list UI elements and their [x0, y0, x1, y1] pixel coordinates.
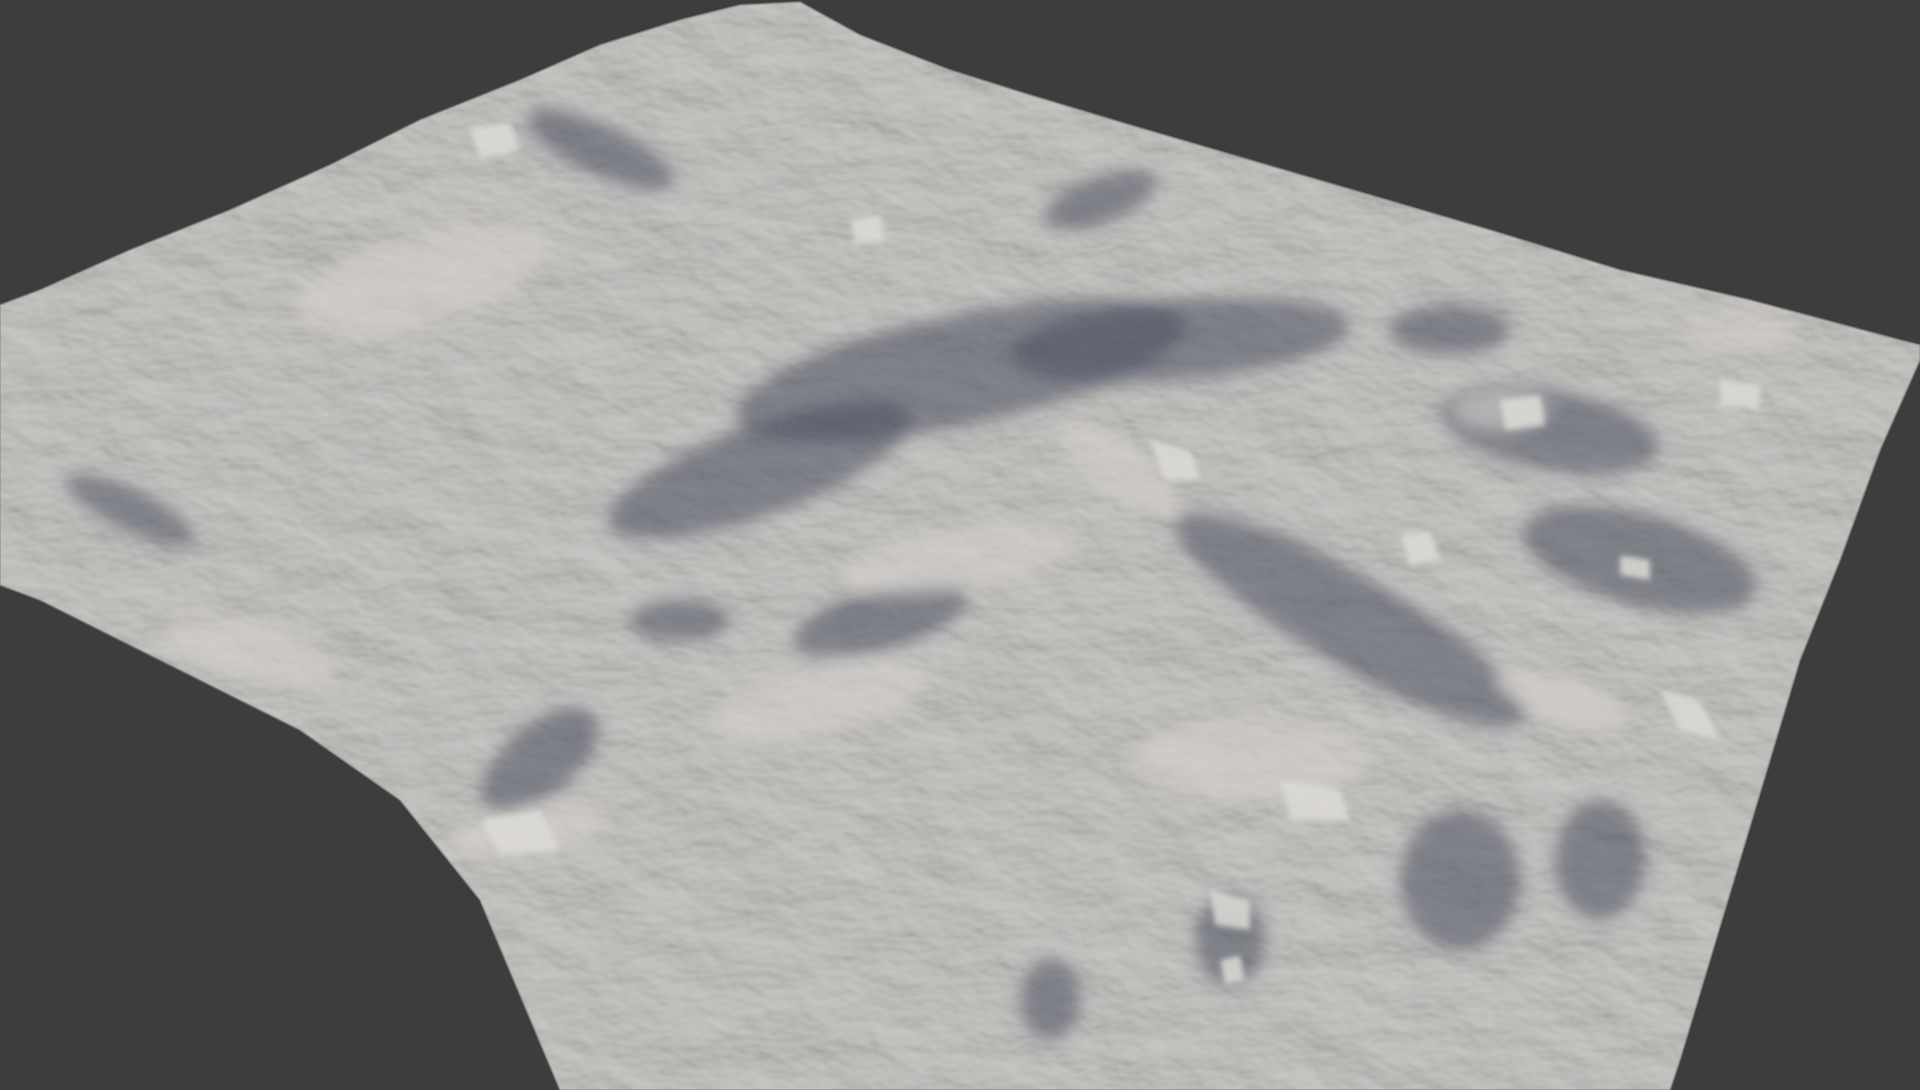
terrain-mesh	[0, 0, 1920, 1090]
3d-viewport[interactable]	[0, 0, 1920, 1090]
